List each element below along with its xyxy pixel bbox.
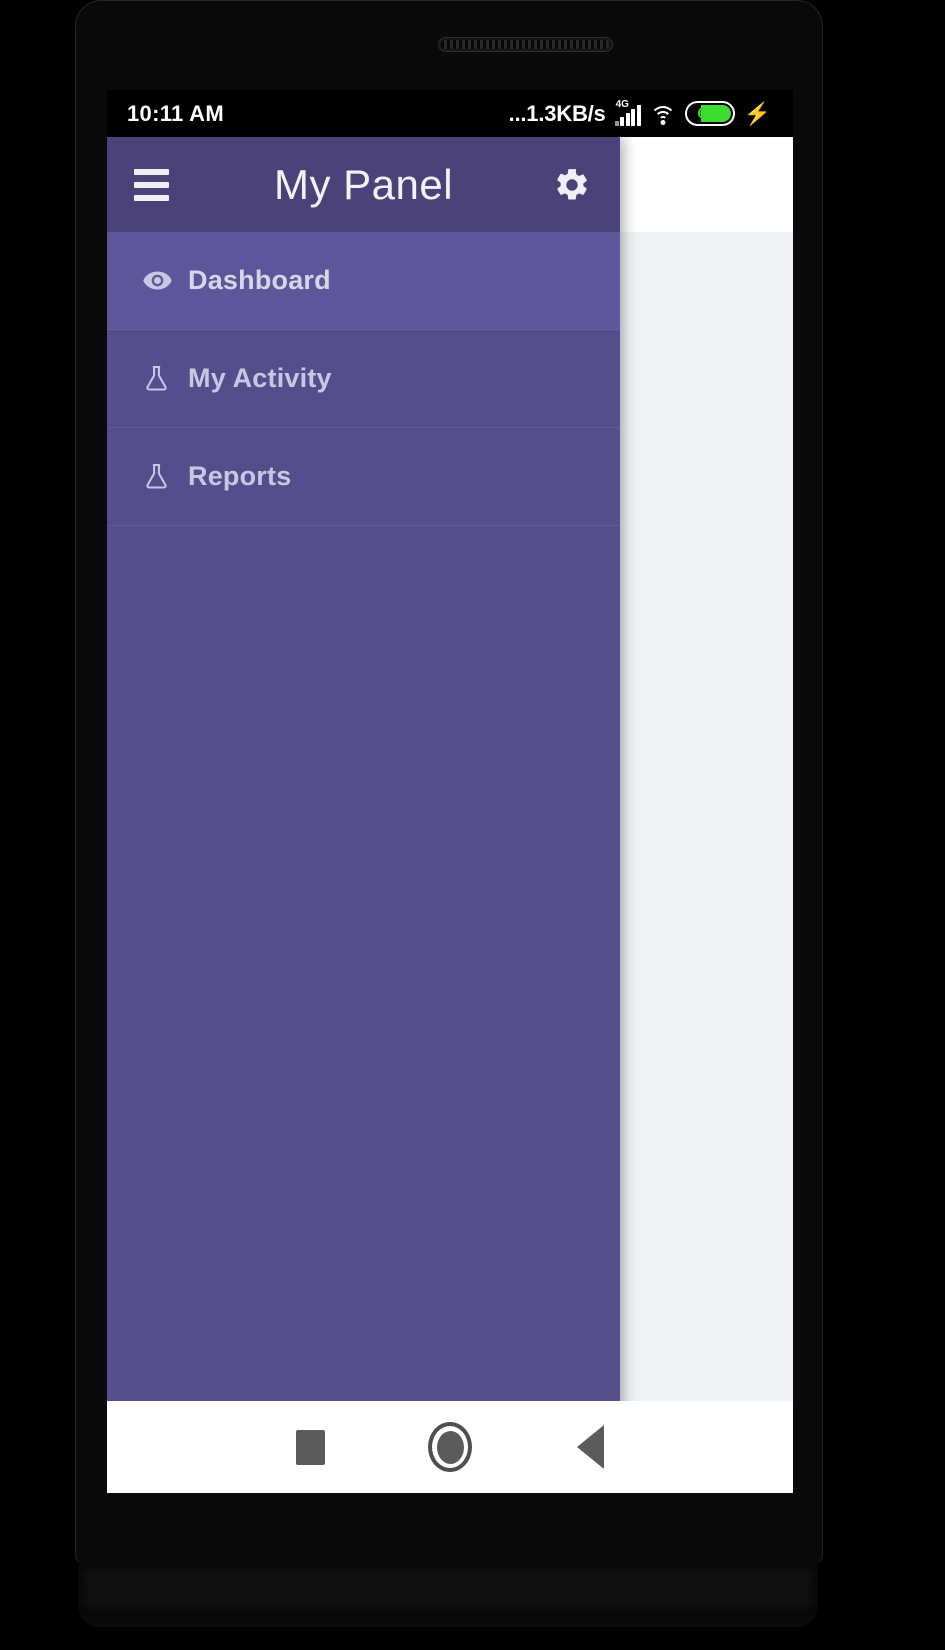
sidebar-item-my-activity[interactable]: My Activity [107, 330, 620, 428]
charging-bolt-icon: ⚡ [743, 100, 771, 126]
sidebar-item-label: My Activity [188, 363, 332, 393]
speaker-grille [441, 40, 610, 49]
sidebar-item-dashboard[interactable]: Dashboard [107, 232, 620, 330]
app-bar-title: My Panel [273, 160, 454, 208]
status-time: 10:11 AM [127, 100, 224, 126]
phone-bottom-chin [78, 1565, 818, 1627]
status-bar: 10:11 AM ...1.3KB/s 4G 69 ⚡ [107, 90, 793, 137]
drawer-menu: Dashboard My Activity Reports [107, 232, 620, 526]
triangle-back-icon [576, 1425, 604, 1469]
status-indicators: ...1.3KB/s 4G 69 ⚡ [508, 98, 771, 127]
square-recents-icon [295, 1429, 325, 1465]
battery-percent: 69 [697, 105, 714, 122]
wifi-icon [649, 104, 676, 125]
android-navigation-bar [107, 1401, 793, 1493]
back-button[interactable] [520, 1425, 660, 1469]
battery-icon: 69 [684, 101, 735, 126]
navigation-drawer: My Panel Dashboard My Activity Reports [107, 137, 620, 1482]
network-speed-text: ...1.3KB/s [508, 100, 606, 126]
phone-screen: 10:11 AM ...1.3KB/s 4G 69 ⚡ My Panel Das… [107, 90, 793, 1493]
circle-home-icon [428, 1422, 472, 1472]
sidebar-item-reports[interactable]: Reports [107, 428, 620, 526]
sidebar-item-label: Reports [188, 461, 292, 491]
cellular-signal-icon: 4G [614, 98, 641, 126]
sidebar-item-label: Dashboard [188, 265, 331, 295]
flask-icon [142, 364, 188, 393]
network-type-label: 4G [615, 98, 629, 110]
drawer-app-bar: My Panel [107, 137, 620, 232]
gear-icon[interactable] [553, 166, 591, 204]
phone-screenshot: 10:11 AM ...1.3KB/s 4G 69 ⚡ My Panel Das… [0, 0, 945, 1650]
home-button[interactable] [380, 1422, 520, 1472]
flask-icon [142, 462, 188, 491]
hamburger-menu-icon[interactable] [134, 168, 169, 201]
eye-icon [142, 265, 188, 296]
earpiece-speaker [438, 37, 613, 52]
recents-button[interactable] [240, 1429, 380, 1465]
